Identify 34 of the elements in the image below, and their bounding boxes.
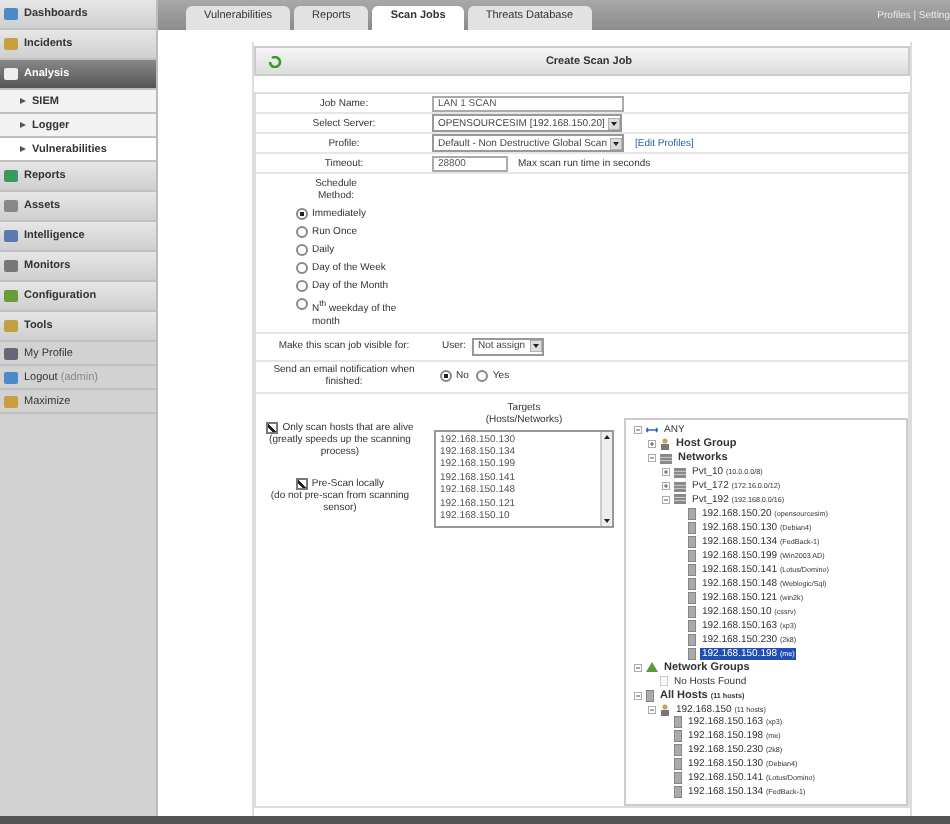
radio-button[interactable] (296, 298, 308, 310)
expand-icon[interactable] (648, 440, 656, 449)
expand-icon[interactable] (662, 468, 670, 477)
radio-button[interactable] (296, 226, 308, 238)
collapse-icon[interactable] (662, 495, 670, 504)
radio-button[interactable] (440, 370, 452, 383)
radio-button[interactable] (296, 262, 308, 274)
scroll-up-icon[interactable] (602, 431, 612, 442)
person-icon (660, 703, 670, 716)
checkbox[interactable] (266, 421, 279, 434)
checkbox[interactable] (295, 477, 308, 490)
bullet-icon (20, 146, 26, 152)
bullet-icon (20, 122, 26, 128)
refresh-icon[interactable] (268, 55, 282, 67)
computer-icon (646, 689, 654, 702)
radio-button[interactable] (296, 208, 308, 220)
collapse-icon[interactable] (648, 454, 656, 463)
server-icon (674, 467, 686, 478)
expand-icon[interactable] (662, 482, 670, 491)
bullet-icon (20, 98, 26, 104)
collapse-icon[interactable] (634, 663, 642, 672)
collapse-icon[interactable] (634, 691, 642, 700)
scroll-down-icon[interactable] (602, 515, 612, 525)
radio-button[interactable] (476, 370, 489, 383)
collapse-icon[interactable] (634, 426, 642, 435)
radio-button[interactable] (296, 244, 308, 256)
triangle-icon (646, 662, 658, 673)
person-icon (660, 438, 670, 451)
arrows-icon (646, 426, 658, 435)
server-icon (660, 453, 672, 464)
collapse-icon[interactable] (648, 705, 656, 714)
radio-button[interactable] (296, 280, 308, 292)
dropdown-icon (529, 340, 542, 353)
document-icon (660, 676, 668, 687)
